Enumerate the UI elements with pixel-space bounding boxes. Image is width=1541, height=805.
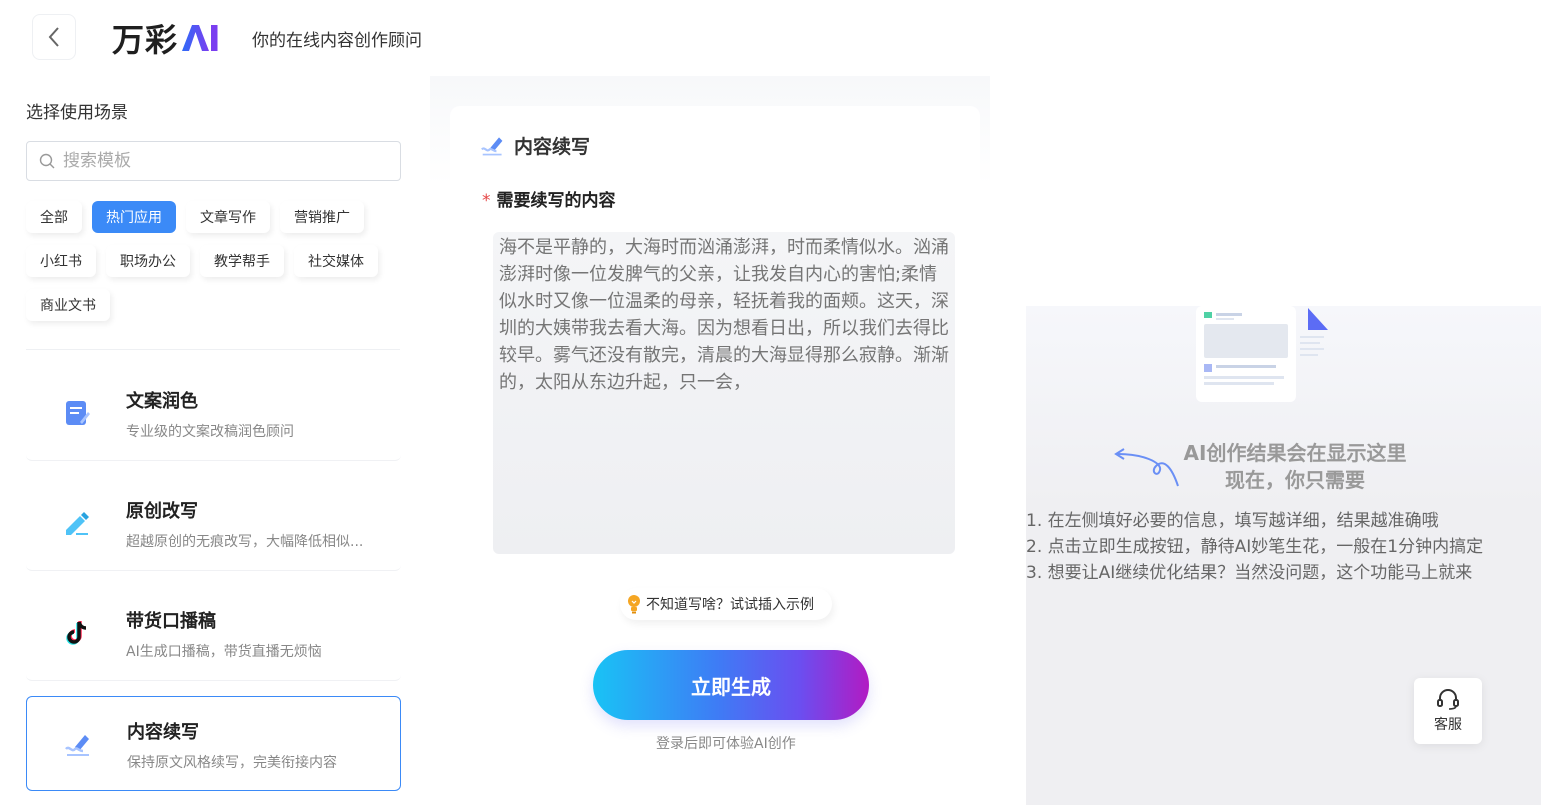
- step-item: 2. 点击立即生成按钮，静待AI妙笔生花，一般在1分钟内搞定: [1026, 537, 1484, 557]
- generate-button[interactable]: 立即生成: [593, 650, 869, 720]
- template-title: 带货口播稿: [126, 611, 216, 632]
- search-box[interactable]: [26, 141, 401, 181]
- template-title: 原创改写: [126, 501, 198, 522]
- field-label-text: 需要续写的内容: [496, 191, 616, 211]
- template-desc: AI生成口播稿，带货直播无烦恼: [126, 644, 322, 660]
- template-title: 内容续写: [127, 722, 199, 743]
- form-title: 内容续写: [480, 132, 590, 159]
- tagline: 你的在线内容创作顾问: [252, 31, 422, 51]
- tiktok-icon: [60, 616, 94, 650]
- step-item: 1. 在左侧填好必要的信息，填写越详细，结果越准确哦: [1026, 511, 1439, 531]
- divider: [26, 349, 400, 350]
- insert-example-hint[interactable]: 不知道写啥？试试插入示例: [620, 588, 832, 620]
- result-steps: 1. 在左侧填好必要的信息，填写越详细，结果越准确哦 2. 点击立即生成按钮，静…: [1026, 508, 1483, 586]
- pencil-icon: [60, 506, 94, 540]
- required-mark: *: [482, 191, 491, 211]
- logo-text: 万彩: [112, 21, 179, 59]
- result-heading: AI创作结果会在显示这里 现在，你只需要: [1000, 440, 1541, 494]
- template-card-copy-polish[interactable]: 文案润色 专业级的文案改稿润色顾问: [26, 366, 401, 461]
- form-area: 内容续写 *需要续写的内容 不知道写啥？试试插入示例 立即生成 登录后即可体验A…: [430, 76, 990, 805]
- template-desc: 保持原文风格续写，完美衔接内容: [127, 755, 337, 771]
- result-heading-line2: 现在，你只需要: [1225, 468, 1365, 492]
- customer-service-label: 客服: [1434, 717, 1462, 733]
- chevron-left-icon: [48, 27, 59, 47]
- write-icon: [61, 727, 95, 761]
- result-placeholder-illustration: [1190, 306, 1330, 406]
- back-button[interactable]: [32, 14, 76, 60]
- template-card-live-script[interactable]: 带货口播稿 AI生成口播稿，带货直播无烦恼: [26, 586, 401, 681]
- document-edit-icon: [60, 396, 94, 430]
- lightbulb-icon: [628, 595, 640, 614]
- tag-business-docs[interactable]: 商业文书: [26, 289, 110, 321]
- template-card-content-continue[interactable]: 内容续写 保持原文风格续写，完美衔接内容: [26, 696, 401, 791]
- section-title: 选择使用场景: [26, 103, 128, 123]
- login-note: 登录后即可体验AI创作: [656, 736, 796, 752]
- tag-xiaohongshu[interactable]: 小红书: [26, 245, 96, 277]
- result-heading-line1: AI创作结果会在显示这里: [1183, 441, 1407, 465]
- field-label: * 需要续写的内容: [482, 186, 616, 211]
- logo-ai-mark: [180, 23, 220, 53]
- headset-icon: [1437, 689, 1459, 710]
- category-tags: 全部 热门应用 文章写作 营销推广 小红书 职场办公 教学帮手 社交媒体 商业文…: [26, 201, 406, 333]
- logo[interactable]: 万彩: [112, 18, 220, 59]
- search-icon: [39, 153, 55, 169]
- form-title-text: 内容续写: [514, 136, 591, 158]
- step-item: 3. 想要让AI继续优化结果？当然没问题，这个功能马上就来: [1026, 563, 1473, 583]
- tag-all[interactable]: 全部: [26, 201, 82, 233]
- template-card-original-rewrite[interactable]: 原创改写 超越原创的无痕改写，大幅降低相似...: [26, 476, 401, 571]
- tag-social-media[interactable]: 社交媒体: [294, 245, 378, 277]
- template-title: 文案润色: [126, 391, 198, 412]
- template-list: 文案润色 专业级的文案改稿润色顾问 原创改写 超越原创的无痕改写，大幅降低相似.…: [26, 366, 401, 805]
- search-input[interactable]: [63, 151, 363, 171]
- sidebar: 选择使用场景 全部 热门应用 文章写作 营销推广 小红书 职场办公 教学帮手 社…: [0, 76, 420, 805]
- tag-popular[interactable]: 热门应用: [92, 201, 176, 233]
- content-textarea[interactable]: [493, 232, 955, 554]
- tag-teaching[interactable]: 教学帮手: [200, 245, 284, 277]
- write-icon: [481, 136, 503, 155]
- tag-marketing[interactable]: 营销推广: [280, 201, 364, 233]
- template-desc: 超越原创的无痕改写，大幅降低相似...: [126, 534, 364, 550]
- template-desc: 专业级的文案改稿润色顾问: [126, 424, 294, 440]
- tag-office[interactable]: 职场办公: [106, 245, 190, 277]
- tag-article-writing[interactable]: 文章写作: [186, 201, 270, 233]
- content-textarea-wrap: [493, 232, 955, 554]
- customer-service-button[interactable]: 客服: [1414, 678, 1482, 744]
- header: 万彩 你的在线内容创作顾问: [0, 0, 1541, 76]
- hint-text: 不知道写啥？试试插入示例: [646, 597, 814, 613]
